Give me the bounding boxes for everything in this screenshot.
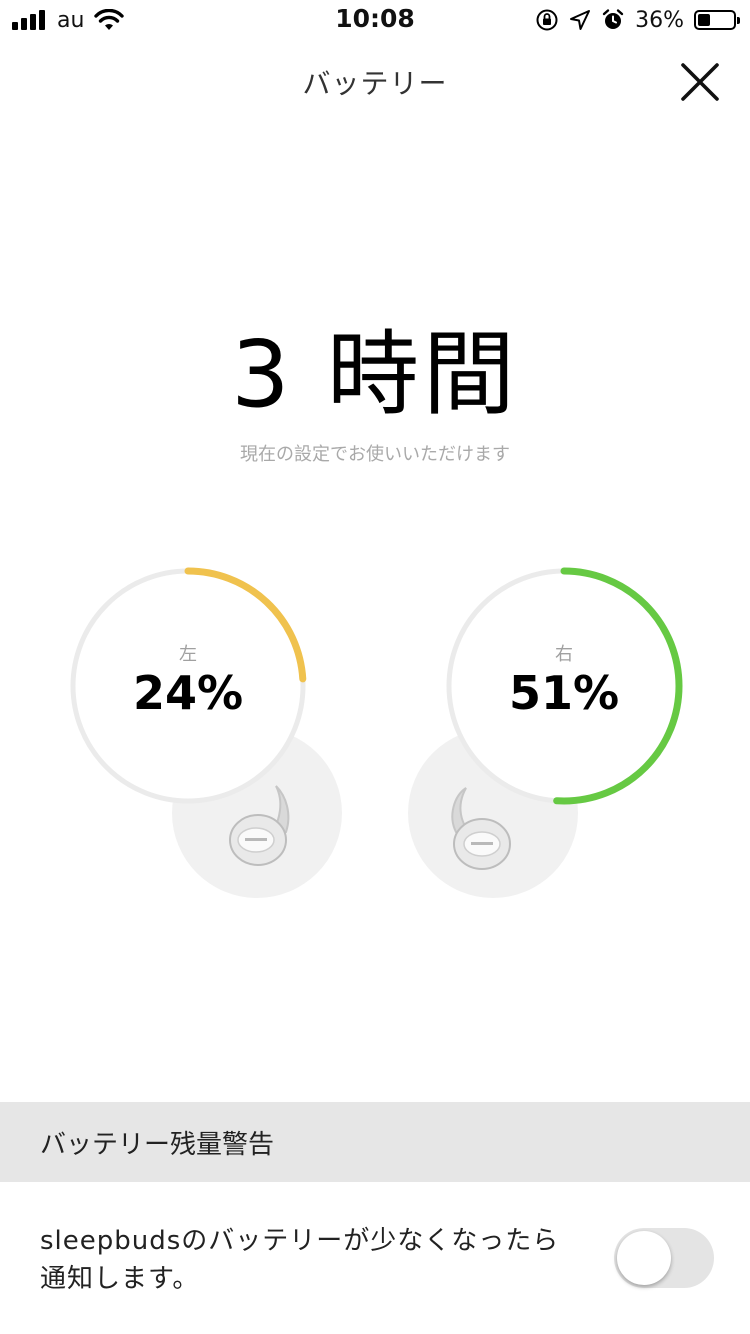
toggle-knob bbox=[617, 1231, 671, 1285]
section-title: バッテリー残量警告 bbox=[40, 1130, 275, 1160]
right-side-label: 右 bbox=[555, 644, 573, 665]
section-header-battery-alert: バッテリー残量警告 bbox=[0, 1102, 750, 1182]
battery-level-fill bbox=[698, 14, 710, 26]
remaining-time-caption: 現在の設定でお使いいただけます bbox=[240, 444, 510, 465]
page-title: バッテリー bbox=[302, 67, 448, 100]
left-side-label: 左 bbox=[179, 644, 197, 665]
location-icon bbox=[570, 10, 591, 30]
remaining-time: 3 時間 bbox=[231, 321, 519, 428]
battery-icon bbox=[694, 10, 740, 30]
status-right: 36% bbox=[535, 6, 740, 34]
orientation-lock-icon bbox=[536, 9, 558, 31]
close-button[interactable] bbox=[678, 60, 722, 104]
left-battery-percent: 24% bbox=[132, 666, 244, 720]
right-battery-percent: 51% bbox=[508, 666, 620, 720]
battery-alert-description: sleepbudsのバッテリーが少なくなったら通知します。 bbox=[40, 1226, 560, 1294]
close-icon bbox=[681, 63, 719, 101]
battery-alert-toggle[interactable] bbox=[614, 1228, 714, 1288]
battery-percent: 36% bbox=[635, 7, 684, 33]
alarm-icon bbox=[602, 9, 624, 29]
right-battery-gauge: 右 51% bbox=[444, 566, 684, 806]
status-bar: au 10:08 36% bbox=[0, 0, 750, 40]
left-battery-gauge: 左 24% bbox=[68, 566, 308, 806]
